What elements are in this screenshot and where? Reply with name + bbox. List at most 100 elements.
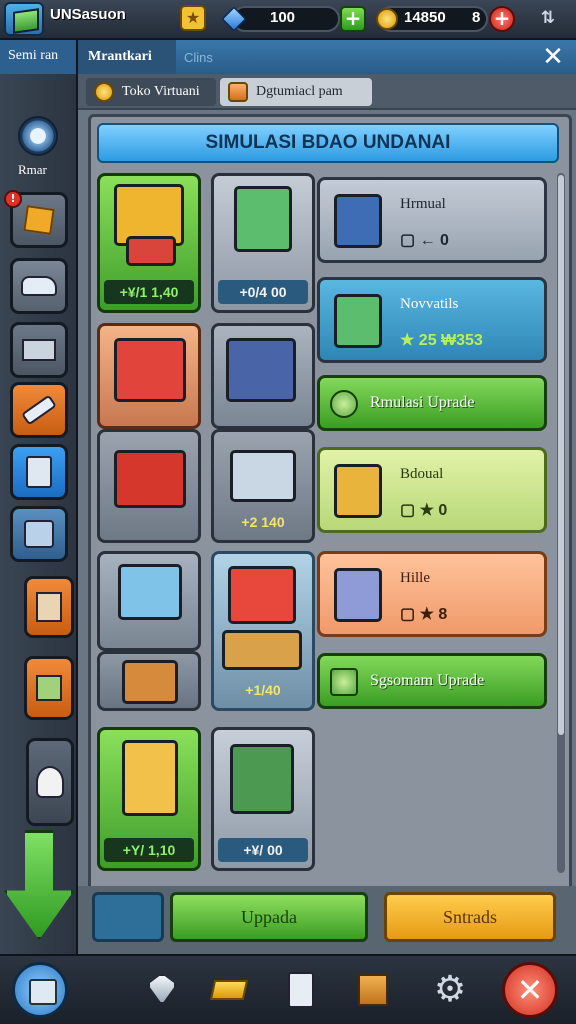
panel-header: Mrantkari Clins ✕: [78, 40, 576, 74]
add-gems-button[interactable]: +: [340, 6, 366, 32]
info-stat: ▢ ← 0: [400, 232, 449, 249]
nav-gold[interactable]: [208, 968, 252, 1012]
upgrade-button[interactable]: Uppada: [170, 892, 368, 942]
filter-label: Toko Virtuani: [122, 84, 200, 99]
filter-chip-dgtumiacl[interactable]: Dgtumiacl pam: [220, 78, 372, 106]
info-name: Hille: [400, 570, 430, 586]
vending-cart-icon: [234, 186, 292, 252]
filter-chip-toko[interactable]: Toko Virtuani: [86, 78, 216, 106]
basket-icon: [330, 668, 358, 696]
diamond-icon: [148, 974, 176, 1004]
nav-settings[interactable]: ⚙: [426, 968, 470, 1012]
box-icon: [23, 205, 55, 235]
sidebar-label: Rmar: [18, 162, 47, 177]
coin-icon: [376, 8, 398, 30]
shop-card-market-stall[interactable]: +¥/1 1,40: [97, 173, 201, 313]
gold-bar-icon: [209, 980, 249, 1000]
warehouse-icon: [334, 294, 382, 348]
building-icon: [334, 194, 382, 248]
orange-card-icon: [228, 82, 248, 102]
gift-box-icon: [114, 450, 186, 508]
sidebar-item-car[interactable]: [10, 258, 68, 314]
left-sidebar: Rmar !: [0, 74, 76, 954]
hand-icon: [36, 766, 64, 798]
tool-icon: [21, 394, 57, 426]
top-bar: UNSasuon ★ 100 + 14850 8 + ⇅: [0, 0, 576, 40]
shop-card-gift-box[interactable]: [97, 429, 201, 543]
shop-card-food-cart[interactable]: +1/40: [211, 551, 315, 711]
shop-card-vending-cart[interactable]: +0/4 00: [211, 173, 315, 313]
shop-content: SIMULASI BDAO UNDANAI +¥/1 1,40 +0/4 00 …: [88, 114, 572, 930]
shop-card-cash-register[interactable]: +2 140: [211, 429, 315, 543]
shop-card-kiosk[interactable]: [97, 323, 201, 429]
gem-count: 100: [270, 9, 296, 26]
storage-icon: [36, 592, 62, 622]
shop-card-book-stand[interactable]: +¥/ 00: [211, 727, 315, 871]
blank-button[interactable]: [92, 892, 164, 942]
filter-bar: Toko Virtuani Dgtumiacl pam: [78, 74, 576, 110]
info-panel-bdoual[interactable]: Bdoual ▢ ★ 0: [317, 447, 547, 533]
tall-shop-icon: [122, 740, 178, 816]
crate-icon: [334, 464, 382, 518]
close-icon[interactable]: ✕: [538, 42, 568, 72]
trade-button[interactable]: Sntrads: [384, 892, 556, 942]
crate-icon: [36, 675, 62, 701]
coin-count: 14850: [404, 9, 446, 26]
nav-diamond[interactable]: [140, 968, 184, 1012]
shop-card-fridge[interactable]: [97, 551, 201, 651]
cash-register-icon: [230, 450, 296, 502]
info-stat: ★ 25 ₩353: [400, 332, 483, 349]
kiosk-icon: [114, 338, 186, 402]
scrollbar-thumb[interactable]: [558, 175, 564, 735]
leaf-icon: [330, 390, 358, 418]
close-button[interactable]: ✕: [502, 962, 558, 1018]
upgrade-label: Rmulasi Uprade: [370, 394, 475, 411]
sidebar-item-cart[interactable]: [10, 506, 68, 562]
tab-active[interactable]: Mrantkari: [78, 40, 176, 74]
scrollbar[interactable]: [557, 173, 565, 873]
tire-icon[interactable]: [18, 116, 58, 156]
card-price: +0/4 00: [218, 280, 308, 304]
tab-inactive[interactable]: Clins: [176, 40, 266, 74]
sidebar-item-server[interactable]: [10, 444, 68, 500]
favorite-badge-icon[interactable]: ★: [180, 5, 206, 31]
server-icon: [26, 456, 52, 488]
cart-icon: [24, 520, 54, 548]
card-price: +1/40: [245, 682, 281, 698]
nav-crate[interactable]: [352, 968, 396, 1012]
upgrade-label: Sgsomam Uprade: [370, 672, 485, 689]
chest-icon: [122, 660, 178, 704]
info-name: Bdoual: [400, 466, 444, 482]
info-panel-novvatils[interactable]: Novvatils ★ 25 ₩353: [317, 277, 547, 363]
shop-card-tall-shop[interactable]: +Y/ 1,10: [97, 727, 201, 871]
sidebar-item-hand[interactable]: [26, 738, 74, 826]
safe-icon: [334, 568, 382, 622]
upgrade-button-sgsomam[interactable]: Sgsomam Uprade: [317, 653, 547, 709]
add-coins-button[interactable]: +: [489, 6, 515, 32]
info-name: Novvatils: [400, 296, 459, 312]
monitor-icon: [22, 339, 56, 361]
bottom-nav: ⚙ ✕: [0, 954, 576, 1024]
shop-panel: Toko Virtuani Dgtumiacl pam SIMULASI BDA…: [76, 74, 576, 954]
expand-arrows-icon[interactable]: ⇅: [530, 8, 566, 30]
sidebar-item-crate[interactable]: [24, 656, 74, 720]
sidebar-item-tool[interactable]: [10, 382, 68, 438]
fridge-icon: [118, 564, 182, 620]
info-panel-hrmual[interactable]: Hrmual ▢ ← 0: [317, 177, 547, 263]
game-logo-icon: [4, 2, 44, 36]
upgrade-button-rmulasi[interactable]: Rmulasi Uprade: [317, 375, 547, 431]
shop-card-chest[interactable]: [97, 651, 201, 711]
side-section-label: Semi ran: [0, 40, 78, 74]
coin-icon: [94, 82, 114, 102]
sidebar-item-monitor[interactable]: [10, 322, 68, 378]
coin-suffix: 8: [472, 9, 481, 26]
book-stand-icon: [230, 744, 294, 814]
home-icon[interactable]: [12, 962, 68, 1018]
food-cart-icon: [228, 566, 296, 624]
nav-fridge[interactable]: [280, 968, 324, 1012]
gear-icon: ⚙: [433, 969, 467, 1010]
shop-card-blue-shop[interactable]: [211, 323, 315, 429]
sidebar-item-storage[interactable]: [24, 576, 74, 638]
info-panel-hille[interactable]: Hille ▢ ★ 8: [317, 551, 547, 637]
filter-label: Dgtumiacl pam: [256, 84, 343, 99]
